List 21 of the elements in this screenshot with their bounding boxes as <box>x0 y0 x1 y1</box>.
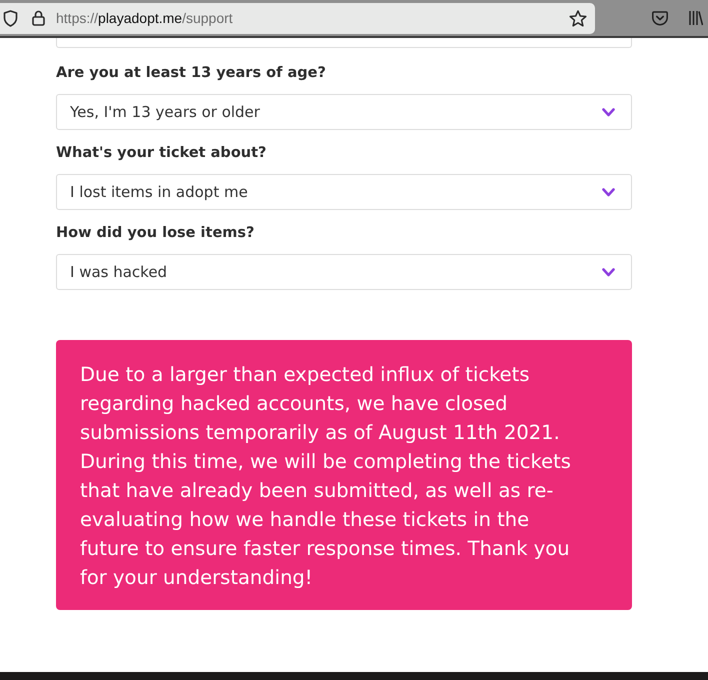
shield-icon[interactable] <box>3 10 18 26</box>
pocket-icon[interactable] <box>652 10 668 26</box>
dropdown[interactable]: I was hacked <box>56 254 632 290</box>
notice-message: Due to a larger than expected influx of tickets regarding hacked accounts, we have closed submissions temporarily as of August 11th 2021. During this time, we will be completing the tickets that have already been submitted, as well as re-evaluating how we handle these tickets in the future to ensure faster response times. Thank you for your understanding! <box>80 362 572 591</box>
lock-icon[interactable] <box>32 10 45 26</box>
field-label: What's your ticket about? <box>56 144 266 163</box>
field-label: Are you at least 13 years of age? <box>56 64 326 83</box>
field-label: How did you lose items? <box>56 224 254 243</box>
bookmark-star-icon[interactable] <box>569 10 587 26</box>
dropdown-value: I lost items in adopt me <box>70 182 248 203</box>
chevron-down-icon <box>602 188 615 196</box>
dropdown-field[interactable] <box>56 38 632 48</box>
chevron-down-icon <box>602 268 615 276</box>
library-icon[interactable] <box>689 10 703 26</box>
dropdown-value: I was hacked <box>70 262 168 283</box>
chevron-down-icon <box>602 108 615 116</box>
dropdown[interactable]: Yes, I'm 13 years or older <box>56 94 632 130</box>
dropdown[interactable]: I lost items in adopt me <box>56 174 632 210</box>
url-text: https://playadopt.me/support <box>56 8 233 28</box>
address-bar[interactable]: https://playadopt.me/support <box>0 2 595 34</box>
dropdown-value: Yes, I'm 13 years or older <box>70 102 260 123</box>
